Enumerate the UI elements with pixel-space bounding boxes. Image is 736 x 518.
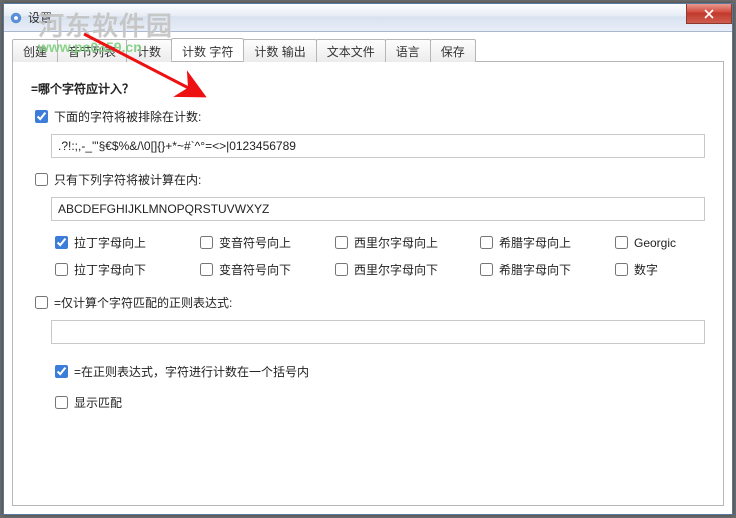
tab-count-output[interactable]: 计数 输出 xyxy=(243,39,316,62)
regex-only-row: =仅计算个字符匹配的正则表达式: xyxy=(31,293,705,312)
exclude-input[interactable] xyxy=(51,134,705,158)
latin-up-label: 拉丁字母向上 xyxy=(74,234,146,251)
latin-dn-label: 拉丁字母向下 xyxy=(74,261,146,278)
regex-group-row: =在正则表达式，字符进行计数在一个括号内 xyxy=(51,362,705,381)
georgic-label: Georgic xyxy=(634,236,676,250)
include-label: 只有下列字符将被计算在内: xyxy=(54,171,201,188)
greek-dn-checkbox[interactable] xyxy=(480,263,493,276)
show-match-row: 显示匹配 xyxy=(51,393,705,412)
digits-checkbox[interactable] xyxy=(615,263,628,276)
include-row: 只有下列字符将被计算在内: xyxy=(31,170,705,189)
tab-count-chars[interactable]: 计数 字符 xyxy=(171,38,244,61)
cyrillic-dn-checkbox[interactable] xyxy=(335,263,348,276)
exclude-row: 下面的字符将被排除在计数: xyxy=(31,107,705,126)
include-input[interactable] xyxy=(51,197,705,221)
latin-dn-checkbox[interactable] xyxy=(55,263,68,276)
include-checkbox[interactable] xyxy=(35,173,48,186)
settings-window: 设置 河东软件园 www.pc0359.cn 创建 音节列表 计数 计数 字符 … xyxy=(3,3,733,515)
titlebar: 设置 xyxy=(4,4,732,32)
digits-label: 数字 xyxy=(634,261,658,278)
georgic-checkbox[interactable] xyxy=(615,236,628,249)
cyrillic-dn-label: 西里尔字母向下 xyxy=(354,261,438,278)
show-match-label: 显示匹配 xyxy=(74,394,122,411)
close-button[interactable] xyxy=(686,4,732,24)
tab-language[interactable]: 语言 xyxy=(385,39,431,62)
tab-pane: =哪个字符应计入？ 下面的字符将被排除在计数: 只有下列字符将被计算在内: 拉丁… xyxy=(12,62,724,506)
cyrillic-up-label: 西里尔字母向上 xyxy=(354,234,438,251)
char-class-grid: 拉丁字母向上 变音符号向上 西里尔字母向上 希腊字母向上 Georgic 拉丁字… xyxy=(51,233,705,279)
tab-save[interactable]: 保存 xyxy=(430,39,476,62)
regex-group-checkbox[interactable] xyxy=(55,365,68,378)
tab-text-file[interactable]: 文本文件 xyxy=(316,39,386,62)
greek-dn-label: 希腊字母向下 xyxy=(499,261,571,278)
diacrit-up-checkbox[interactable] xyxy=(200,236,213,249)
regex-only-label: =仅计算个字符匹配的正则表达式: xyxy=(54,294,232,311)
exclude-label: 下面的字符将被排除在计数: xyxy=(54,108,201,125)
show-match-checkbox[interactable] xyxy=(55,396,68,409)
diacrit-dn-checkbox[interactable] xyxy=(200,263,213,276)
regex-only-checkbox[interactable] xyxy=(35,296,48,309)
greek-up-checkbox[interactable] xyxy=(480,236,493,249)
tab-count[interactable]: 计数 xyxy=(126,39,172,62)
app-icon xyxy=(8,10,24,26)
diacrit-up-label: 变音符号向上 xyxy=(219,234,291,251)
regex-only-input[interactable] xyxy=(51,320,705,344)
content-area: 创建 音节列表 计数 计数 字符 计数 输出 文本文件 语言 保存 =哪个字符应… xyxy=(4,32,732,514)
window-buttons xyxy=(686,4,732,24)
exclude-checkbox[interactable] xyxy=(35,110,48,123)
tab-bar: 创建 音节列表 计数 计数 字符 计数 输出 文本文件 语言 保存 xyxy=(12,38,724,62)
regex-group-label: =在正则表达式，字符进行计数在一个括号内 xyxy=(74,363,309,380)
greek-up-label: 希腊字母向上 xyxy=(499,234,571,251)
section-heading: =哪个字符应计入？ xyxy=(31,80,705,97)
window-title: 设置 xyxy=(28,9,52,26)
tab-create[interactable]: 创建 xyxy=(12,39,58,62)
tab-syllable-list[interactable]: 音节列表 xyxy=(57,39,127,62)
cyrillic-up-checkbox[interactable] xyxy=(335,236,348,249)
diacrit-dn-label: 变音符号向下 xyxy=(219,261,291,278)
latin-up-checkbox[interactable] xyxy=(55,236,68,249)
